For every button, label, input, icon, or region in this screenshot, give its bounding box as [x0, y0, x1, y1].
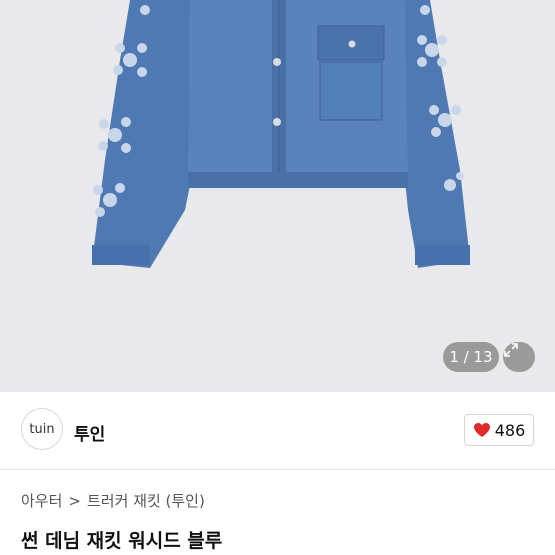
shop-logo[interactable]: tuin: [21, 408, 63, 450]
image-counter-text: 1 / 13: [449, 348, 493, 366]
expand-button[interactable]: [503, 342, 535, 372]
image-counter: 1 / 13: [443, 342, 499, 372]
breadcrumb-category[interactable]: 트러커 재킷 (투인): [87, 490, 205, 511]
shop-logo-text: tuin: [29, 421, 55, 437]
product-title: 썬 데님 재킷 워시드 블루: [21, 530, 223, 552]
shop-name[interactable]: 투인: [74, 420, 105, 445]
breadcrumb-separator: >: [68, 491, 81, 510]
product-image-gallery[interactable]: 1 / 13: [0, 0, 555, 392]
like-button[interactable]: 486: [464, 414, 534, 446]
heart-icon: [473, 423, 490, 437]
breadcrumb: 아우터 > 트러커 재킷 (투인): [21, 490, 205, 511]
shop-info-row: tuin 투인 486: [0, 392, 555, 470]
breadcrumb-root[interactable]: 아우터: [21, 490, 62, 511]
like-count: 486: [494, 420, 526, 440]
product-image: [92, 0, 470, 268]
expand-icon: [504, 343, 518, 357]
